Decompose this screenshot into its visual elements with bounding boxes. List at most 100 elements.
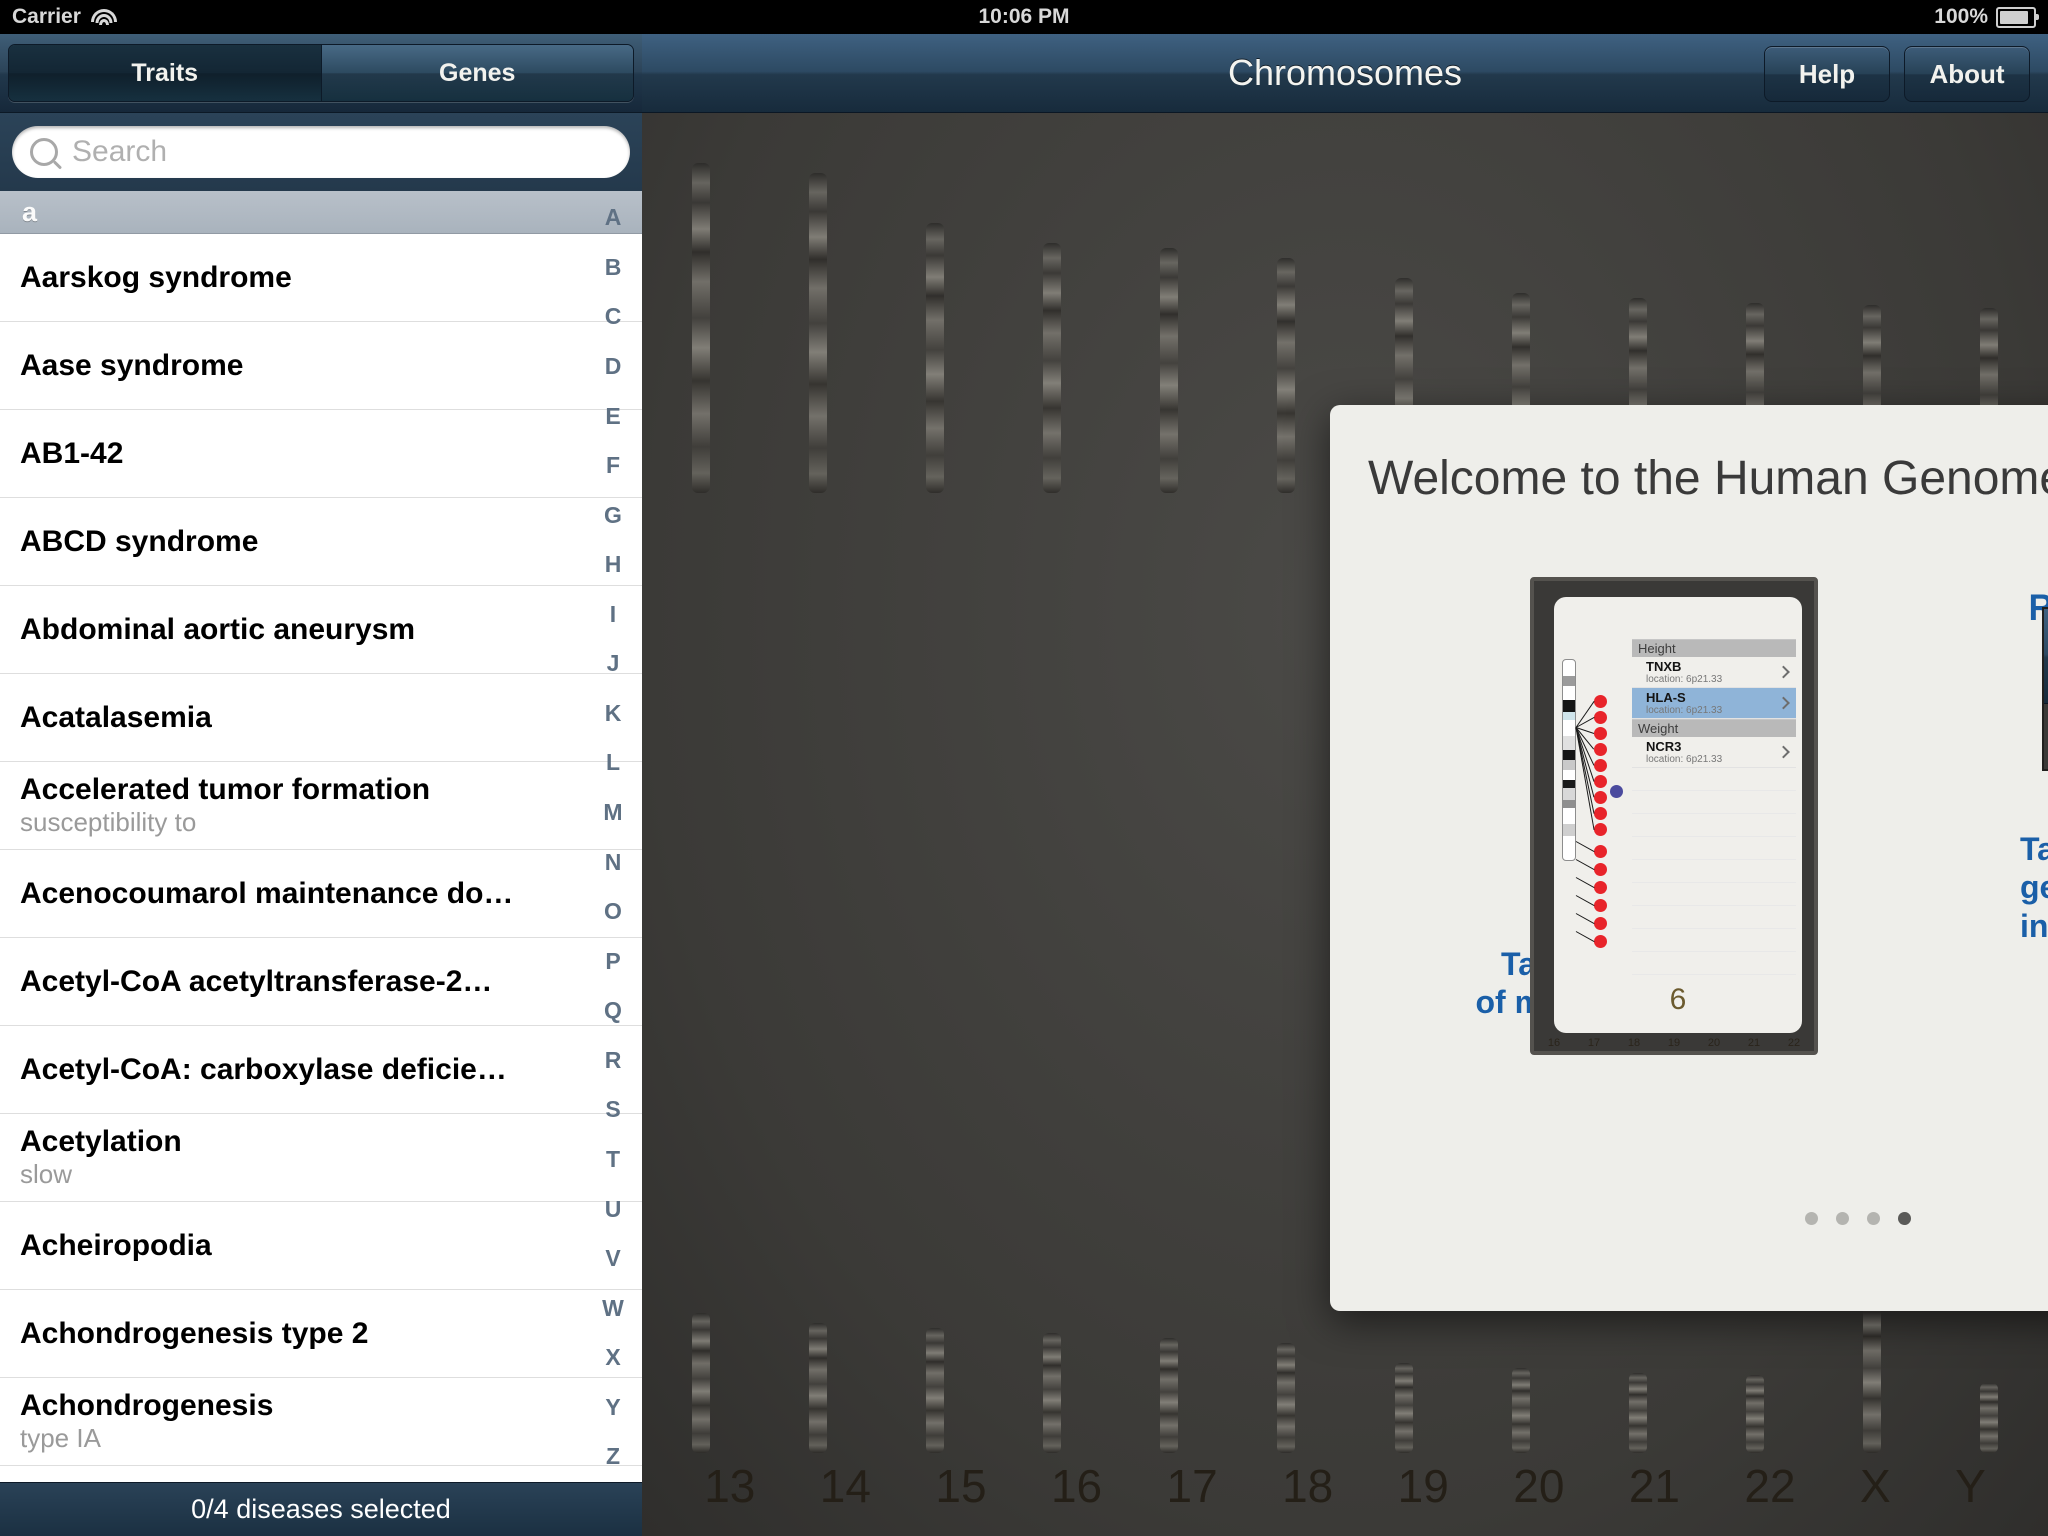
- list-item[interactable]: Achondrogenesis type IA: [0, 1378, 642, 1466]
- segmented-control-bar: Traits Genes: [0, 34, 642, 113]
- alphabet-index-u[interactable]: U: [605, 1197, 622, 1221]
- chromosome-label-14[interactable]: 14: [820, 1459, 871, 1513]
- chromosome-label-X[interactable]: X: [1860, 1459, 1891, 1513]
- alphabet-index-j[interactable]: J: [607, 652, 620, 675]
- list-item[interactable]: Aarskog syndrome: [0, 234, 642, 322]
- alphabet-index-q[interactable]: Q: [604, 999, 622, 1022]
- alphabet-index-a[interactable]: A: [605, 206, 622, 229]
- list-item-subtitle: type IA: [20, 1423, 101, 1454]
- tab-genes[interactable]: Genes: [320, 45, 633, 101]
- chromosome-ideogram[interactable]: [925, 1328, 944, 1453]
- alphabet-index-p[interactable]: P: [605, 949, 620, 973]
- alphabet-index-e[interactable]: E: [605, 404, 620, 428]
- chromosome-ideogram[interactable]: [1511, 1368, 1530, 1453]
- list-section-header: a: [0, 191, 642, 234]
- alphabet-index-l[interactable]: L: [606, 751, 620, 774]
- mini-list-empty-row: [1632, 906, 1796, 929]
- gene-marker: [1594, 823, 1607, 836]
- chromosome-ideogram[interactable]: [1394, 1363, 1413, 1453]
- chromosome-ideogram[interactable]: [691, 1313, 710, 1453]
- mini-list-section-header: Weight: [1632, 719, 1796, 737]
- phone-screen: Height TNXB location: 6p21.33 HLA-S location…: [1554, 597, 1802, 1033]
- alphabet-index-c[interactable]: C: [605, 305, 622, 328]
- chromosome-ideogram[interactable]: [1160, 1338, 1179, 1453]
- chromosome-ideogram[interactable]: [1628, 1373, 1647, 1453]
- list-item[interactable]: Acetyl-CoA acetyltransferase-2…: [0, 938, 642, 1026]
- chromosome-ideogram[interactable]: [1043, 1333, 1062, 1453]
- alphabet-index-o[interactable]: O: [604, 900, 622, 923]
- mini-list-item-location: location: 6p21.33: [1646, 674, 1723, 685]
- list-item[interactable]: Achondrogenesis type 2: [0, 1290, 642, 1378]
- chromosome-ideogram[interactable]: [808, 1323, 827, 1453]
- alphabet-index-w[interactable]: W: [602, 1296, 624, 1320]
- alphabet-index-g[interactable]: G: [604, 503, 622, 527]
- app-root: Carrier 10:06 PM 100% Traits Genes Searc…: [0, 0, 2048, 1536]
- alphabet-index-d[interactable]: D: [605, 354, 622, 378]
- chromosome-label-17[interactable]: 17: [1167, 1459, 1218, 1513]
- page-indicator-dots[interactable]: [1805, 1212, 1911, 1225]
- caption-tap-trait: Tap a trait orgene for moreinformation.: [2020, 831, 2048, 944]
- segmented-control[interactable]: Traits Genes: [8, 44, 634, 102]
- tab-traits[interactable]: Traits: [9, 45, 321, 101]
- list-item[interactable]: Acenocoumarol maintenance do…: [0, 850, 642, 938]
- alphabet-index-y[interactable]: Y: [605, 1395, 620, 1419]
- alphabet-index-h[interactable]: H: [605, 553, 622, 576]
- alphabet-index-k[interactable]: K: [605, 701, 622, 725]
- mini-list-empty-row: [1632, 860, 1796, 883]
- alphabet-index-n[interactable]: N: [605, 850, 622, 874]
- list-item[interactable]: Acetyl-CoA: carboxylase deficie…: [0, 1026, 642, 1114]
- marker-connector-line: [1575, 931, 1595, 942]
- chromosome-label-18[interactable]: 18: [1282, 1459, 1333, 1513]
- list-item[interactable]: Abdominal aortic aneurysm: [0, 586, 642, 674]
- list-item[interactable]: AB1-42: [0, 410, 642, 498]
- chromosome-ideogram[interactable]: [1277, 1343, 1296, 1453]
- page-dot-1[interactable]: [1805, 1212, 1818, 1225]
- page-dot-3[interactable]: [1867, 1212, 1880, 1225]
- chromosome-label-19[interactable]: 19: [1398, 1459, 1449, 1513]
- alphabet-index-m[interactable]: M: [603, 801, 622, 824]
- chromosome-ideogram[interactable]: [1160, 248, 1179, 493]
- main-content: Chromosomes Help About 13 14 15 16 17 18 19 20 2…: [642, 34, 2048, 1536]
- help-button[interactable]: Help: [1764, 46, 1890, 102]
- alphabet-index-x[interactable]: X: [605, 1346, 620, 1369]
- list-item[interactable]: Acheiropodia: [0, 1202, 642, 1290]
- mini-list-section-header: Height: [1632, 639, 1796, 657]
- alphabet-index-r[interactable]: R: [605, 1048, 622, 1072]
- chromosome-ideogram[interactable]: [1863, 1293, 1882, 1453]
- alphabet-index-v[interactable]: V: [605, 1247, 620, 1270]
- chromosome-ideogram[interactable]: [925, 223, 944, 493]
- page-dot-2[interactable]: [1836, 1212, 1849, 1225]
- alphabet-index-z[interactable]: Z: [606, 1445, 620, 1468]
- alphabet-index-b[interactable]: B: [605, 255, 622, 279]
- search-input[interactable]: Search: [12, 126, 630, 178]
- alphabet-index[interactable]: A B C D E F G H I J K L M N O P Q R S T U V W X Y Z: [584, 191, 642, 1484]
- list-item[interactable]: Aase syndrome: [0, 322, 642, 410]
- alphabet-index-t[interactable]: T: [606, 1147, 620, 1171]
- about-button[interactable]: About: [1904, 46, 2030, 102]
- chromosome-ideogram[interactable]: [1043, 243, 1062, 493]
- chromosome-label-16[interactable]: 16: [1051, 1459, 1102, 1513]
- alphabet-index-s[interactable]: S: [605, 1098, 620, 1121]
- chromosome-label-21[interactable]: 21: [1629, 1459, 1680, 1513]
- gene-marker: [1594, 791, 1607, 804]
- gene-marker: [1594, 881, 1607, 894]
- list-item[interactable]: Acetylation slow: [0, 1114, 642, 1202]
- chromosome-ideogram[interactable]: [691, 163, 710, 493]
- chromosome-label-13[interactable]: 13: [704, 1459, 755, 1513]
- chromosome-label-Y[interactable]: Y: [1955, 1459, 1986, 1513]
- list-item[interactable]: Acatalasemia: [0, 674, 642, 762]
- gene-marker: [1594, 775, 1607, 788]
- mini-list-empty-row: [1632, 837, 1796, 860]
- list-item[interactable]: Accelerated tumor formation susceptibilit…: [0, 762, 642, 850]
- page-dot-4[interactable]: [1898, 1212, 1911, 1225]
- chromosome-bar: [1160, 248, 1179, 493]
- chromosome-label-22[interactable]: 22: [1744, 1459, 1795, 1513]
- chromosome-ideogram[interactable]: [1277, 258, 1296, 493]
- alphabet-index-f[interactable]: F: [606, 454, 620, 477]
- chromosome-label-20[interactable]: 20: [1513, 1459, 1564, 1513]
- alphabet-index-i[interactable]: I: [610, 602, 616, 626]
- chromosome-bar: [691, 163, 710, 493]
- chromosome-label-15[interactable]: 15: [935, 1459, 986, 1513]
- list-item[interactable]: ABCD syndrome: [0, 498, 642, 586]
- chromosome-ideogram[interactable]: [808, 173, 827, 493]
